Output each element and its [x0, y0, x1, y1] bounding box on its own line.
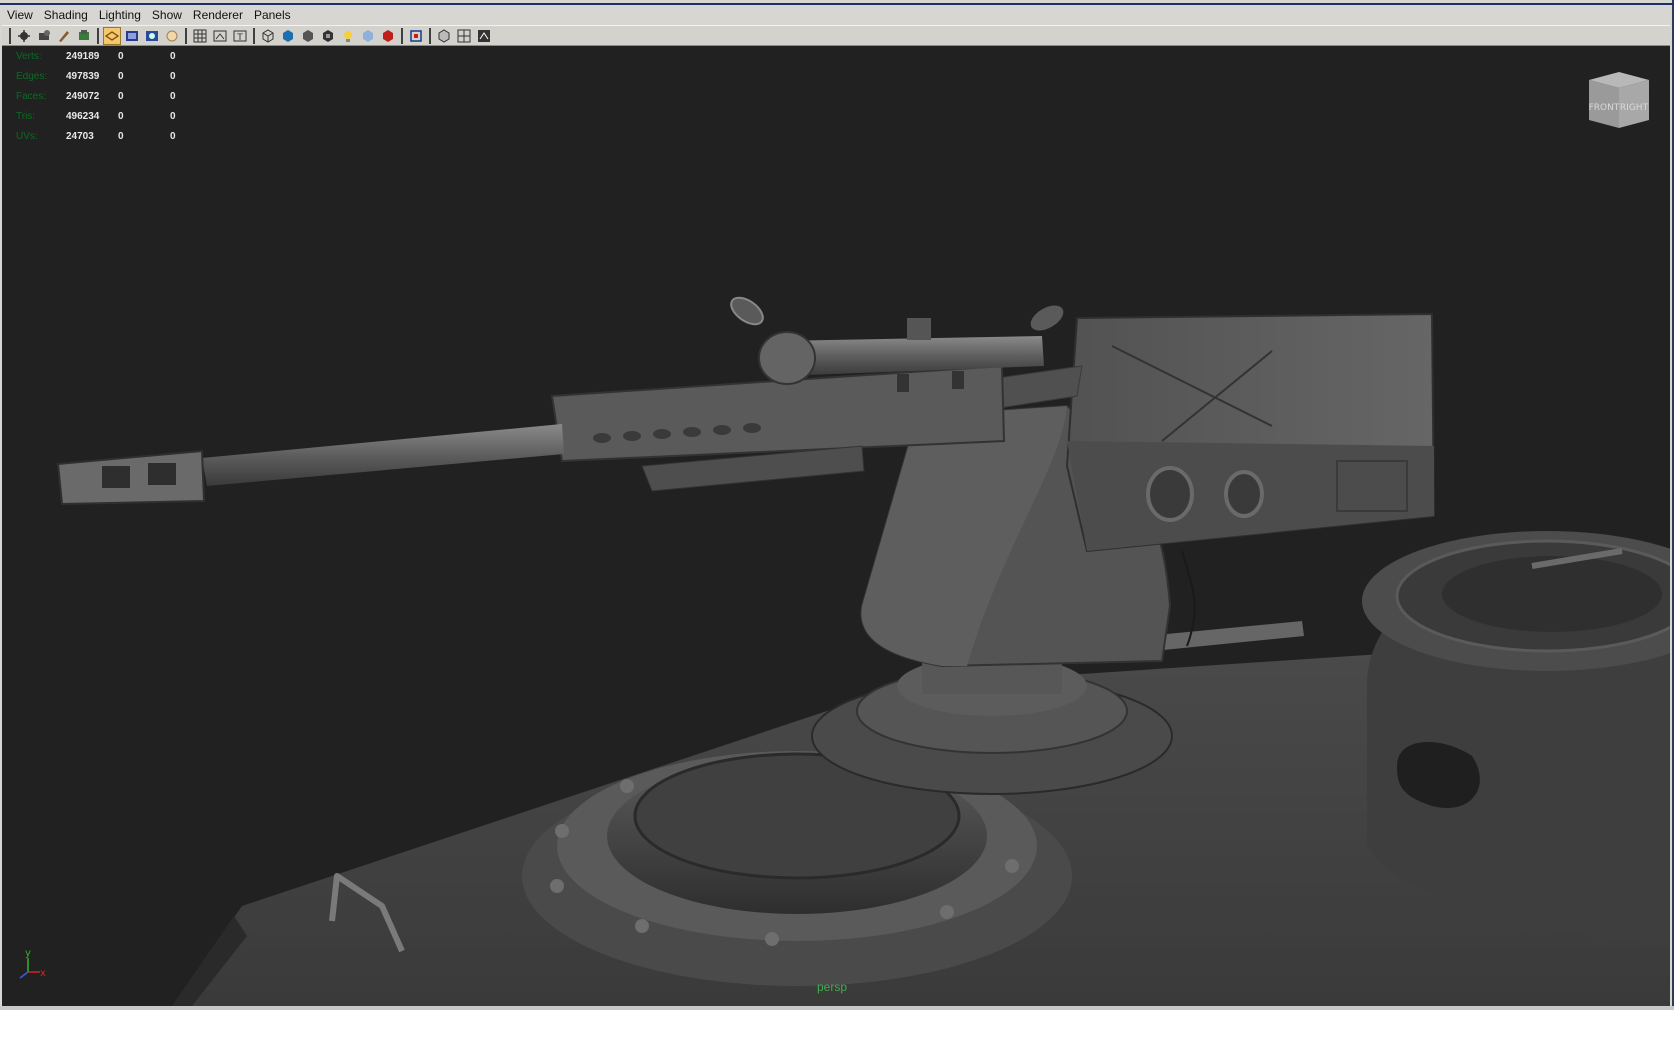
smooth-shade-icon[interactable] — [279, 27, 297, 45]
grid-icon[interactable] — [123, 27, 141, 45]
hud-value: 0 — [118, 70, 124, 82]
poly-count-hud: Verts: 249189 0 0 Edges: 497839 0 0 Face… — [16, 46, 210, 146]
flat-shade-icon[interactable] — [299, 27, 317, 45]
gun-barrel — [202, 424, 564, 486]
sensor-lens-1 — [1146, 466, 1194, 522]
hud-row-edges: Edges: 497839 0 0 — [16, 66, 210, 86]
muzzle-port-2 — [148, 463, 176, 485]
select-camera-icon[interactable] — [15, 27, 33, 45]
panel-menubar: View Shading Lighting Show Renderer Pane… — [2, 6, 1670, 24]
scope-mount-2 — [952, 371, 964, 389]
scope-objective — [758, 331, 816, 385]
scope-tube — [777, 336, 1044, 376]
hud-value: 0 — [170, 110, 176, 122]
perspective-viewport[interactable]: Verts: 249189 0 0 Edges: 497839 0 0 Face… — [2, 46, 1670, 1006]
svg-text:T: T — [236, 33, 243, 43]
hud-value: 0 — [170, 130, 176, 142]
scope-turret — [907, 318, 931, 340]
wireframe-icon[interactable] — [259, 27, 277, 45]
toolbar-separator — [9, 27, 11, 44]
view-cube-right-label[interactable]: RIGHT — [1620, 103, 1649, 113]
menu-renderer[interactable]: Renderer — [188, 6, 249, 24]
camera-attributes-icon[interactable] — [55, 27, 73, 45]
toolbar-separator — [429, 27, 431, 44]
hud-value: 0 — [170, 70, 176, 82]
cupola-lid — [1442, 556, 1662, 632]
axis-x-label: x — [40, 968, 46, 979]
gate-mask-icon[interactable] — [191, 27, 209, 45]
xray-components-icon[interactable] — [475, 27, 493, 45]
hud-value: 0 — [118, 130, 124, 142]
hud-label: Verts: — [16, 50, 42, 62]
toolbar-separator — [253, 27, 255, 44]
hud-label: Edges: — [16, 70, 48, 82]
hud-value: 0 — [170, 90, 176, 102]
hud-row-tris: Tris: 496234 0 0 — [16, 106, 210, 126]
hud-value: 249189 — [66, 50, 100, 62]
toolbar-separator — [185, 27, 187, 44]
xray-icon[interactable] — [435, 27, 453, 45]
muzzle-port-1 — [102, 466, 130, 488]
menu-show[interactable]: Show — [147, 6, 188, 24]
axis-y-label: y — [25, 948, 31, 959]
hud-row-verts: Verts: 249189 0 0 — [16, 46, 210, 66]
safe-action-icon[interactable]: T — [231, 27, 249, 45]
film-gate-icon[interactable] — [143, 27, 161, 45]
hud-label: Tris: — [16, 110, 36, 122]
view-cube[interactable]: FRONT RIGHT — [1584, 70, 1654, 132]
high-quality-icon[interactable] — [379, 27, 397, 45]
menu-panels[interactable]: Panels — [249, 6, 297, 24]
menu-lighting[interactable]: Lighting — [94, 6, 147, 24]
shadows-icon[interactable] — [359, 27, 377, 45]
hud-value: 249072 — [66, 90, 100, 102]
hud-label: UVs: — [16, 130, 38, 142]
hud-value: 24703 — [66, 130, 94, 142]
hud-row-uvs: UVs: 24703 0 0 — [16, 126, 210, 146]
camera-name-label: persp — [817, 980, 848, 994]
textured-icon[interactable] — [319, 27, 337, 45]
image-plane-icon[interactable] — [103, 26, 121, 45]
scene-render — [56, 296, 1670, 1006]
xray-joints-icon[interactable] — [455, 27, 473, 45]
resolution-gate-icon[interactable] — [163, 27, 181, 45]
view-cube-front-label[interactable]: FRONT — [1589, 103, 1620, 113]
sensor-lens-2 — [1224, 470, 1264, 518]
hud-value: 0 — [118, 50, 124, 62]
toolbar-separator — [401, 27, 403, 44]
axis-gizmo: y x — [19, 948, 46, 979]
scope-mount-1 — [897, 374, 909, 392]
scope-cap-rear — [1030, 305, 1064, 331]
hud-value: 496234 — [66, 110, 100, 122]
use-all-lights-icon[interactable] — [339, 27, 357, 45]
muzzle-brake — [56, 449, 206, 506]
panel-bottom-edge — [0, 1006, 1674, 1010]
hud-label: Faces: — [16, 90, 47, 102]
scope-cap-front — [730, 296, 764, 326]
hud-value: 497839 — [66, 70, 100, 82]
lock-camera-icon[interactable] — [35, 27, 53, 45]
toolbar-separator — [97, 27, 99, 44]
bookmarks-icon[interactable] — [75, 27, 93, 45]
menu-view[interactable]: View — [2, 6, 39, 24]
hud-value: 0 — [118, 110, 124, 122]
panel-toolbar: T — [2, 25, 1670, 46]
hud-value: 0 — [170, 50, 176, 62]
hud-row-faces: Faces: 249072 0 0 — [16, 86, 210, 106]
menu-shading[interactable]: Shading — [39, 6, 94, 24]
field-chart-icon[interactable] — [211, 27, 229, 45]
isolate-select-icon[interactable] — [407, 27, 425, 45]
window-top-border — [0, 3, 1674, 5]
hud-value: 0 — [118, 90, 124, 102]
